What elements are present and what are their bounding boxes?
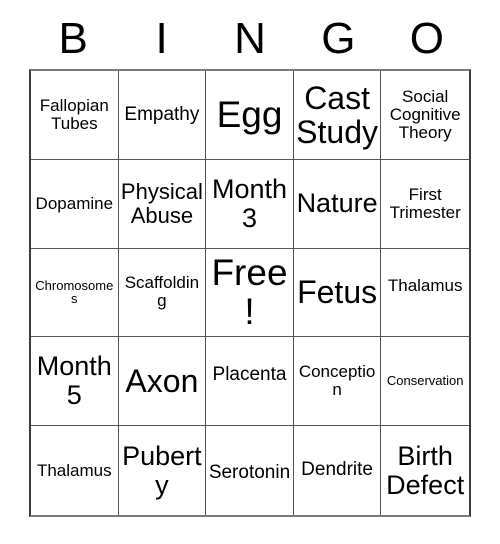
bingo-cell-label: Egg: [216, 94, 283, 136]
bingo-grid: Fallopian Tubes Empathy Egg Cast Study Socia…: [29, 69, 471, 517]
bingo-cell[interactable]: Month 5: [31, 337, 119, 427]
bingo-cell[interactable]: Egg: [206, 71, 294, 160]
bingo-header-letter-b: B: [58, 13, 88, 63]
bingo-cell[interactable]: Axon: [118, 337, 207, 427]
bingo-cell-label: Birth Defect: [386, 440, 465, 500]
bingo-cell[interactable]: Placenta: [206, 337, 294, 427]
bingo-cell[interactable]: Fallopian Tubes: [31, 71, 119, 160]
bingo-cell-label: Scaffolding: [124, 273, 200, 311]
bingo-cell[interactable]: Nature: [293, 159, 382, 249]
bingo-cell[interactable]: Empathy: [118, 71, 207, 160]
bingo-cell-label: Thalamus: [387, 276, 463, 296]
bingo-cell[interactable]: Conception: [293, 337, 382, 427]
bingo-cell[interactable]: Thalamus: [381, 248, 469, 338]
bingo-cell[interactable]: Month 3: [206, 159, 294, 249]
bingo-header-row: B I N G O: [29, 8, 471, 69]
bingo-cell[interactable]: Social Cognitive Theory: [381, 71, 469, 160]
bingo-cell[interactable]: Fetus: [293, 248, 382, 338]
bingo-card: B I N G O Fallopian Tubes Empathy Egg Cast …: [0, 0, 500, 544]
bingo-cell[interactable]: Puberty: [118, 426, 207, 515]
bingo-cell-label: First Trimester: [389, 184, 461, 222]
bingo-cell-label: Chromosomes: [35, 277, 114, 307]
bingo-cell[interactable]: Chromosomes: [31, 248, 119, 338]
bingo-header-letter-i: I: [155, 13, 168, 63]
bingo-cell[interactable]: Dopamine: [31, 159, 119, 249]
bingo-cell[interactable]: Conservation: [381, 337, 469, 427]
bingo-header-letter-g: G: [321, 13, 356, 63]
bingo-cell-label: Conception: [298, 362, 376, 400]
bingo-cell[interactable]: Scaffolding: [118, 248, 207, 338]
bingo-cell-label: Free!: [211, 251, 288, 333]
bingo-cell-label: Axon: [125, 363, 199, 400]
bingo-cell[interactable]: Cast Study: [293, 71, 382, 160]
bingo-cell-label: Puberty: [122, 440, 202, 500]
bingo-cell[interactable]: First Trimester: [381, 159, 469, 249]
bingo-cell[interactable]: Dendrite: [293, 426, 382, 515]
bingo-header-letter-n: N: [234, 13, 266, 63]
bingo-cell-label: Dendrite: [301, 459, 373, 481]
bingo-cell-label: Serotonin: [208, 462, 291, 484]
bingo-cell-label: Fetus: [297, 274, 378, 311]
bingo-cell[interactable]: Thalamus: [31, 426, 119, 515]
bingo-cell-label: Month 3: [211, 173, 288, 233]
bingo-cell-label: Social Cognitive Theory: [389, 86, 461, 142]
bingo-cell-label: Physical Abuse: [120, 179, 203, 228]
bingo-cell[interactable]: Serotonin: [206, 426, 294, 515]
bingo-cell-label: Fallopian Tubes: [39, 95, 109, 133]
bingo-cell-label: Dopamine: [35, 193, 114, 213]
bingo-cell[interactable]: Physical Abuse: [118, 159, 207, 249]
bingo-cell[interactable]: Free!: [206, 248, 294, 338]
bingo-cell-label: Cast Study: [296, 79, 378, 150]
bingo-cell-label: Empathy: [124, 103, 200, 125]
bingo-header-letter-o: O: [409, 13, 444, 63]
bingo-cell-label: Nature: [296, 188, 378, 219]
bingo-cell-label: Conservation: [386, 373, 464, 389]
bingo-cell-label: Month 5: [36, 351, 112, 411]
bingo-cell-label: Thalamus: [36, 460, 112, 480]
bingo-cell-label: Placenta: [212, 364, 287, 386]
bingo-cell[interactable]: Birth Defect: [381, 426, 469, 515]
